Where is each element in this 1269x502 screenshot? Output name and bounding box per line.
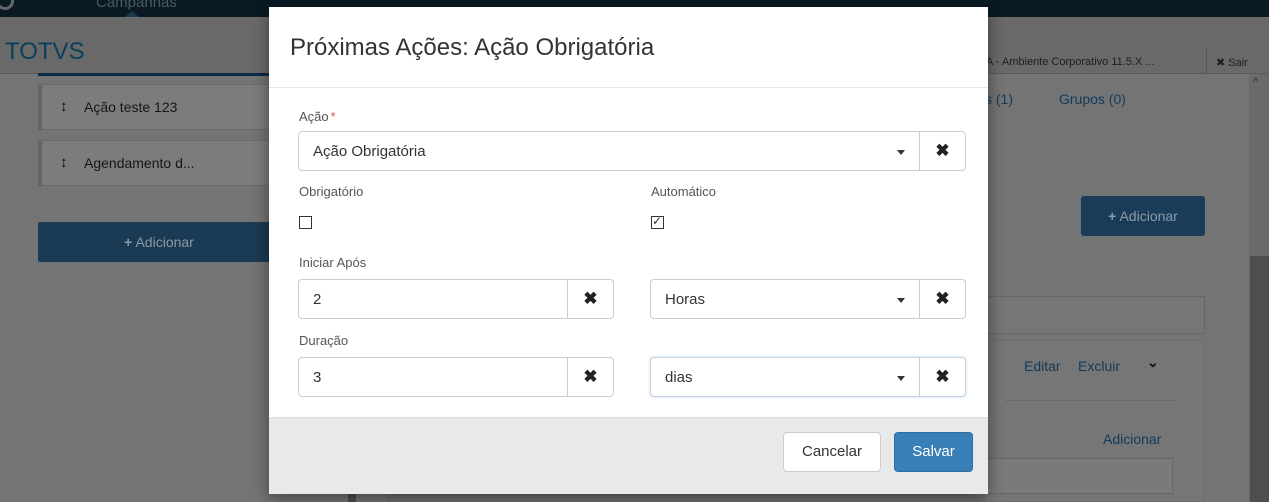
chevron-down-icon[interactable]: ⌄ <box>1147 354 1159 371</box>
app-logo-icon[interactable] <box>0 0 14 10</box>
duracao-input[interactable]: 3 ✖ <box>298 357 614 397</box>
chevron-down-icon[interactable] <box>897 150 905 155</box>
card-divider <box>1005 400 1175 401</box>
iniciar-apos-unit-select[interactable]: Horas ✖ <box>650 279 966 319</box>
list-item-label: Agendamento d... <box>84 155 195 171</box>
chevron-down-icon[interactable] <box>897 376 905 381</box>
header-divider <box>1206 49 1207 77</box>
iniciar-apos-input[interactable]: 2 ✖ <box>298 279 614 319</box>
plus-icon: + <box>124 234 133 250</box>
obrigatorio-label: Obrigatório <box>299 184 364 199</box>
clear-duracao-unit-icon[interactable]: ✖ <box>919 358 965 396</box>
modal-title: Próximas Ações: Ação Obrigatória <box>290 34 655 61</box>
tab-campanhas[interactable]: Campanhas <box>96 0 177 11</box>
duracao-unit: dias <box>665 369 693 386</box>
plus-icon: + <box>1108 208 1117 224</box>
tab-partial[interactable]: s (1) <box>985 91 1013 107</box>
tab-grupos[interactable]: Grupos (0) <box>1059 91 1126 107</box>
add-action-button[interactable]: + Adicionar <box>38 222 280 262</box>
selected-item-indicator <box>38 73 278 76</box>
background-input-2[interactable] <box>980 458 1173 494</box>
edit-link[interactable]: Editar <box>1024 358 1061 374</box>
clear-duracao-icon[interactable]: ✖ <box>567 358 613 396</box>
clear-iniciar-unit-icon[interactable]: ✖ <box>919 280 965 318</box>
brand-logo[interactable]: TOTVS <box>5 38 85 66</box>
clear-iniciar-apos-icon[interactable]: ✖ <box>567 280 613 318</box>
delete-link[interactable]: Excluir <box>1078 358 1120 374</box>
iniciar-apos-label: Iniciar Após <box>299 255 367 270</box>
duracao-unit-select[interactable]: dias ✖ <box>650 357 966 397</box>
duracao-value: 3 <box>313 369 322 386</box>
scrollbar-thumb[interactable] <box>1250 256 1269 502</box>
acao-select[interactable]: Ação Obrigatória ✖ <box>298 131 966 171</box>
list-item-label: Ação teste 123 <box>84 99 178 115</box>
sort-handle-icon[interactable]: ↕ <box>60 98 68 115</box>
add-right-button[interactable]: + Adicionar <box>1081 196 1205 236</box>
list-item[interactable]: ↕ Agendamento d... <box>38 140 288 186</box>
acao-value: Ação Obrigatória <box>313 143 426 160</box>
modal-dialog: Próximas Ações: Ação Obrigatória Ação * A… <box>269 7 988 494</box>
checkmark-icon: ✓ <box>652 214 663 228</box>
clear-acao-icon[interactable]: ✖ <box>919 132 965 170</box>
logout-button[interactable]: ✖ Sair <box>1216 56 1248 69</box>
obrigatorio-checkbox[interactable] <box>299 216 312 229</box>
background-input[interactable] <box>980 296 1205 334</box>
scroll-up-icon[interactable]: ^ <box>1253 76 1258 88</box>
cancel-button[interactable]: Cancelar <box>783 432 881 472</box>
add-link[interactable]: Adicionar <box>1103 431 1161 447</box>
iniciar-apos-unit: Horas <box>665 291 706 308</box>
list-item[interactable]: ↕ Ação teste 123 <box>38 84 288 130</box>
automatico-checkbox[interactable]: ✓ <box>651 214 664 229</box>
chevron-down-icon[interactable] <box>897 298 905 303</box>
add-right-label: Adicionar <box>1119 208 1178 224</box>
iniciar-apos-value: 2 <box>313 291 322 308</box>
add-action-label: Adicionar <box>135 234 194 250</box>
duracao-label: Duração <box>299 333 349 348</box>
sort-handle-icon[interactable]: ↕ <box>60 154 68 171</box>
environment-label[interactable]: A - Ambiente Corporativo 11.5.X ... <box>986 56 1155 68</box>
acao-label-text: Ação <box>299 109 329 124</box>
required-mark: * <box>330 109 336 124</box>
save-button[interactable]: Salvar <box>894 432 973 472</box>
acao-label: Ação * <box>299 109 336 124</box>
modal-header: Próximas Ações: Ação Obrigatória <box>269 7 988 88</box>
automatico-label: Automático <box>651 184 717 199</box>
